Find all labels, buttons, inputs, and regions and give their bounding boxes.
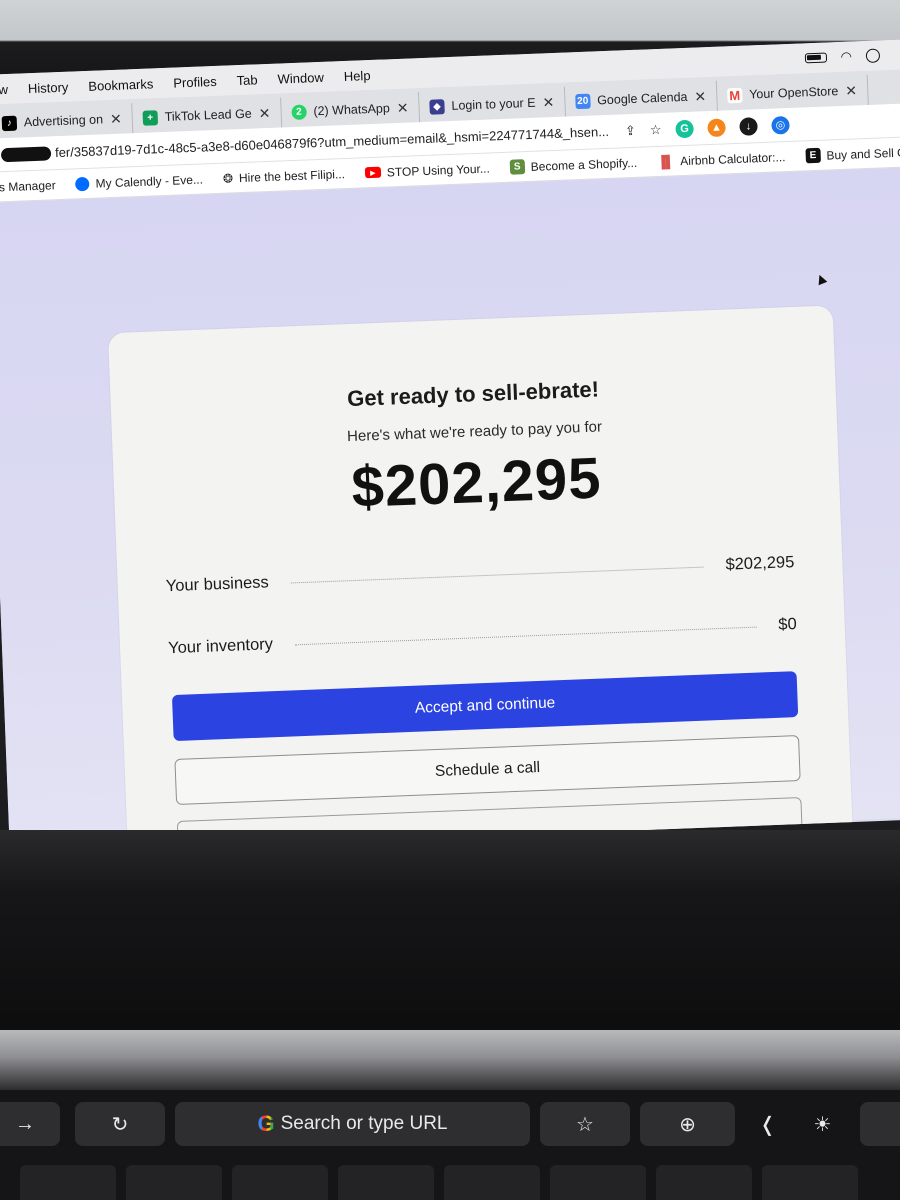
tab-tiktok-lead[interactable]: + TikTok Lead Ge ✕: [132, 97, 283, 134]
keyboard-key[interactable]: [656, 1165, 752, 1200]
menu-window-partial[interactable]: w: [0, 81, 18, 97]
bookmark-label: ds Manager: [0, 177, 56, 195]
wifi-icon[interactable]: ◠: [840, 49, 852, 65]
schedule-call-button[interactable]: Schedule a call: [174, 735, 801, 806]
status-area: ◠: [804, 46, 900, 66]
menu-help[interactable]: Help: [333, 67, 380, 84]
laptop-bottom-bezel: [0, 830, 900, 1040]
dotted-leader: [290, 566, 704, 584]
tab-openstore[interactable]: M Your OpenStore ✕: [716, 74, 869, 111]
bookmark-label: STOP Using Your...: [386, 161, 491, 179]
dotted-leader: [294, 626, 757, 646]
business-label: Your business: [165, 573, 270, 596]
metamask-icon[interactable]: ▲: [707, 117, 726, 137]
calendly-icon: [75, 176, 90, 191]
keyboard-key[interactable]: [444, 1165, 540, 1200]
page-content: Get ready to sell-ebrate! Here's what we…: [0, 166, 900, 855]
bookmark-shopify[interactable]: S Become a Shopify...: [509, 155, 637, 175]
accept-and-continue-button[interactable]: Accept and continue: [171, 671, 799, 742]
chart-icon: ▐▌: [656, 153, 675, 169]
whatsapp-icon: 2: [291, 104, 307, 120]
bookmark-airbnb-calculator[interactable]: ▐▌ Airbnb Calculator:...: [657, 150, 786, 169]
tab-whatsapp[interactable]: 2 (2) WhatsApp ✕: [280, 92, 421, 128]
download-icon[interactable]: ↓: [739, 116, 758, 136]
tab-label: (2) WhatsApp: [313, 101, 391, 119]
battery-icon[interactable]: [804, 52, 827, 64]
bookmark-label: Hire the best Filipi...: [238, 166, 346, 185]
tiktok-icon: ♪: [1, 115, 18, 131]
business-value: $202,295: [725, 553, 795, 574]
new-tab-icon[interactable]: ⊕: [640, 1102, 735, 1146]
close-icon[interactable]: ✕: [845, 82, 857, 99]
inventory-label: Your inventory: [167, 635, 274, 658]
tab-label: Advertising on: [23, 112, 104, 130]
tab-label: Your OpenStore: [748, 84, 839, 102]
keyboard-row: [0, 1165, 900, 1200]
forward-icon[interactable]: →: [0, 1102, 60, 1146]
laptop-hinge: [0, 1030, 900, 1090]
search-placeholder: Search or type URL: [280, 1113, 448, 1134]
extension-icon[interactable]: ◎: [771, 115, 790, 135]
bookmark-hire-filipino[interactable]: ❂ Hire the best Filipi...: [223, 167, 346, 186]
close-icon[interactable]: ✕: [396, 99, 408, 116]
shopify-icon: S: [509, 159, 526, 175]
touchbar-key-end[interactable]: [860, 1102, 900, 1146]
touchbar-search-field[interactable]: G Search or type URL: [175, 1102, 530, 1146]
shield-icon: ◆: [429, 98, 445, 115]
close-icon[interactable]: ✕: [258, 104, 270, 121]
tab-login[interactable]: ◆ Login to your E ✕: [418, 86, 566, 123]
google-icon: G: [257, 1111, 275, 1136]
user-icon[interactable]: [865, 48, 881, 63]
keyboard-key[interactable]: [550, 1165, 646, 1200]
gmail-icon: M: [726, 87, 743, 103]
sheets-icon: +: [142, 109, 158, 126]
bookmark-buy-sell[interactable]: E Buy and Sell Onlin: [805, 144, 900, 164]
keyboard-key[interactable]: [126, 1165, 222, 1200]
close-icon[interactable]: ✕: [542, 93, 554, 110]
share-icon[interactable]: ⇪: [625, 122, 637, 138]
menu-window[interactable]: Window: [267, 69, 334, 87]
bookmark-label: Become a Shopify...: [530, 155, 638, 174]
reload-icon[interactable]: ↻: [75, 1102, 165, 1146]
tab-label: TikTok Lead Ge: [164, 106, 252, 124]
keyboard-key[interactable]: [232, 1165, 328, 1200]
menu-profiles[interactable]: Profiles: [163, 73, 227, 90]
keyboard-key[interactable]: [762, 1165, 858, 1200]
mouse-cursor-icon: ▲: [810, 268, 832, 291]
tab-advertising[interactable]: ♪ Advertising on ✕: [0, 103, 134, 139]
brightness-icon[interactable]: ☀: [795, 1102, 850, 1146]
offer-card: Get ready to sell-ebrate! Here's what we…: [108, 305, 856, 855]
business-row: Your business $202,295: [165, 553, 794, 596]
expand-chevron-icon[interactable]: ❬: [745, 1102, 790, 1146]
inventory-row: Your inventory $0: [168, 615, 797, 658]
bookmark-label: Airbnb Calculator:...: [679, 149, 786, 168]
tab-label: Google Calenda: [596, 89, 688, 108]
close-icon[interactable]: ✕: [694, 88, 706, 105]
bookmark-star-icon[interactable]: ☆: [540, 1102, 630, 1146]
touch-bar: → ↻ G Search or type URL ☆ ⊕ ❬ ☀: [0, 1090, 900, 1200]
menu-bookmarks[interactable]: Bookmarks: [78, 75, 164, 93]
youtube-icon: ▶: [364, 166, 382, 179]
tab-label: Login to your E: [451, 95, 536, 113]
bookmark-calendly[interactable]: My Calendly - Eve...: [75, 172, 203, 191]
redacted-url-part: [0, 145, 52, 162]
calendar-icon: 20: [574, 93, 591, 109]
bookmark-ads-manager[interactable]: ds Manager: [0, 178, 56, 194]
bookmark-label: My Calendly - Eve...: [95, 172, 204, 191]
grammarly-icon[interactable]: G: [675, 119, 694, 138]
bookmark-youtube[interactable]: ▶ STOP Using Your...: [364, 161, 491, 180]
laptop-screen: w History Bookmarks Profiles Tab Window …: [0, 38, 900, 855]
menu-tab[interactable]: Tab: [226, 71, 268, 88]
e-icon: E: [805, 147, 821, 164]
close-icon[interactable]: ✕: [110, 110, 122, 127]
keyboard-key[interactable]: [20, 1165, 116, 1200]
tab-google-calendar[interactable]: 20 Google Calenda ✕: [564, 80, 718, 117]
menu-history[interactable]: History: [18, 79, 79, 96]
upwork-icon: ❂: [222, 170, 234, 186]
bookmark-label: Buy and Sell Onlin: [826, 144, 900, 163]
star-icon[interactable]: ☆: [650, 121, 662, 137]
keyboard-key[interactable]: [338, 1165, 434, 1200]
toolbar-icons: ⇪ ☆ G ▲ ↓ ◎: [625, 115, 790, 139]
inventory-value: $0: [777, 615, 798, 634]
